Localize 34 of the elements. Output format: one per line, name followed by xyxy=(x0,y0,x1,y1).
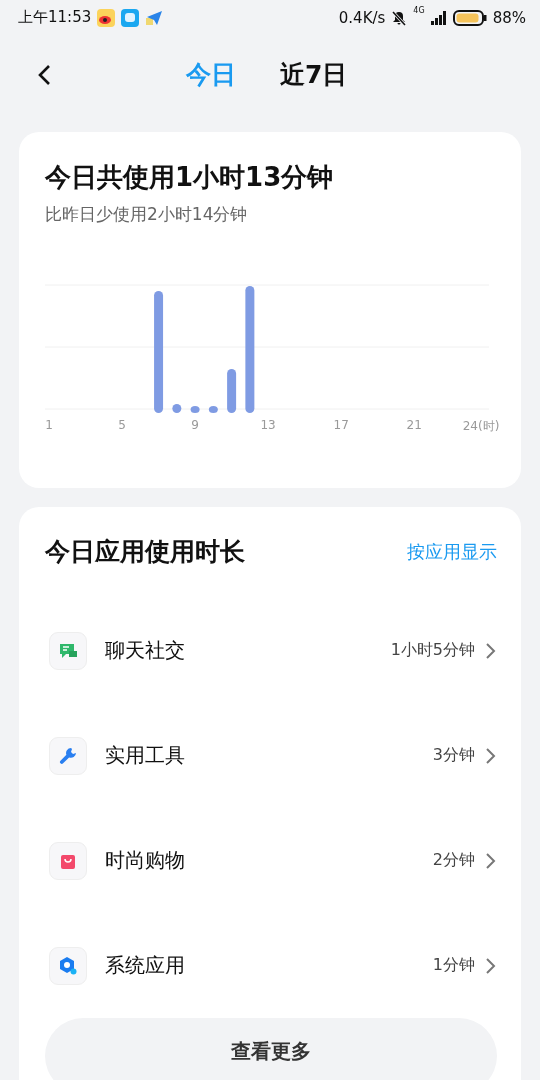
network-speed: 0.4K/s xyxy=(338,8,386,27)
usage-duration: 1小时5分钟 xyxy=(390,640,475,661)
usage-duration: 3分钟 xyxy=(432,745,475,766)
magnifier-icon xyxy=(58,955,78,976)
chevron-right-icon[interactable] xyxy=(483,641,497,660)
view-more-button[interactable]: 查看更多 xyxy=(45,1018,497,1080)
battery-level: 88% xyxy=(492,8,526,27)
category-name[interactable]: 聊天社交 xyxy=(105,637,391,664)
chevron-right-icon[interactable] xyxy=(483,851,497,870)
paper-plane-icon xyxy=(145,8,164,27)
axis-label: 17 xyxy=(333,418,349,432)
tab[interactable]: 近7日 xyxy=(280,57,348,91)
category-name[interactable]: 系统应用 xyxy=(105,952,433,979)
comparison-text: 比昨日少使用2小时14分钟 xyxy=(45,203,249,226)
chevron-right-icon[interactable] xyxy=(483,746,497,765)
signal-icon xyxy=(430,10,447,25)
app-usage-title: 今日应用使用时长 xyxy=(45,536,245,568)
usage-duration: 1分钟 xyxy=(432,955,475,976)
wrench-icon xyxy=(58,745,78,766)
category-name[interactable]: 时尚购物 xyxy=(105,847,433,874)
usage-duration: 2分钟 xyxy=(432,850,475,871)
muted-bell-icon xyxy=(391,9,408,26)
network-type: 4G xyxy=(413,6,425,15)
status-time: 上午11:53 xyxy=(18,8,92,27)
battery-icon xyxy=(452,9,487,26)
axis-label: 24(时) xyxy=(462,418,500,435)
chevron-right-icon[interactable] xyxy=(483,956,497,975)
axis-label: 5 xyxy=(118,418,126,432)
axis-label: 21 xyxy=(406,418,422,432)
axis-label: 13 xyxy=(260,418,276,432)
category-name[interactable]: 实用工具 xyxy=(105,742,433,769)
total-usage-title: 今日共使用1小时13分钟 xyxy=(45,161,335,194)
axis-label: 1 xyxy=(45,418,53,432)
axis-label: 9 xyxy=(191,418,199,432)
